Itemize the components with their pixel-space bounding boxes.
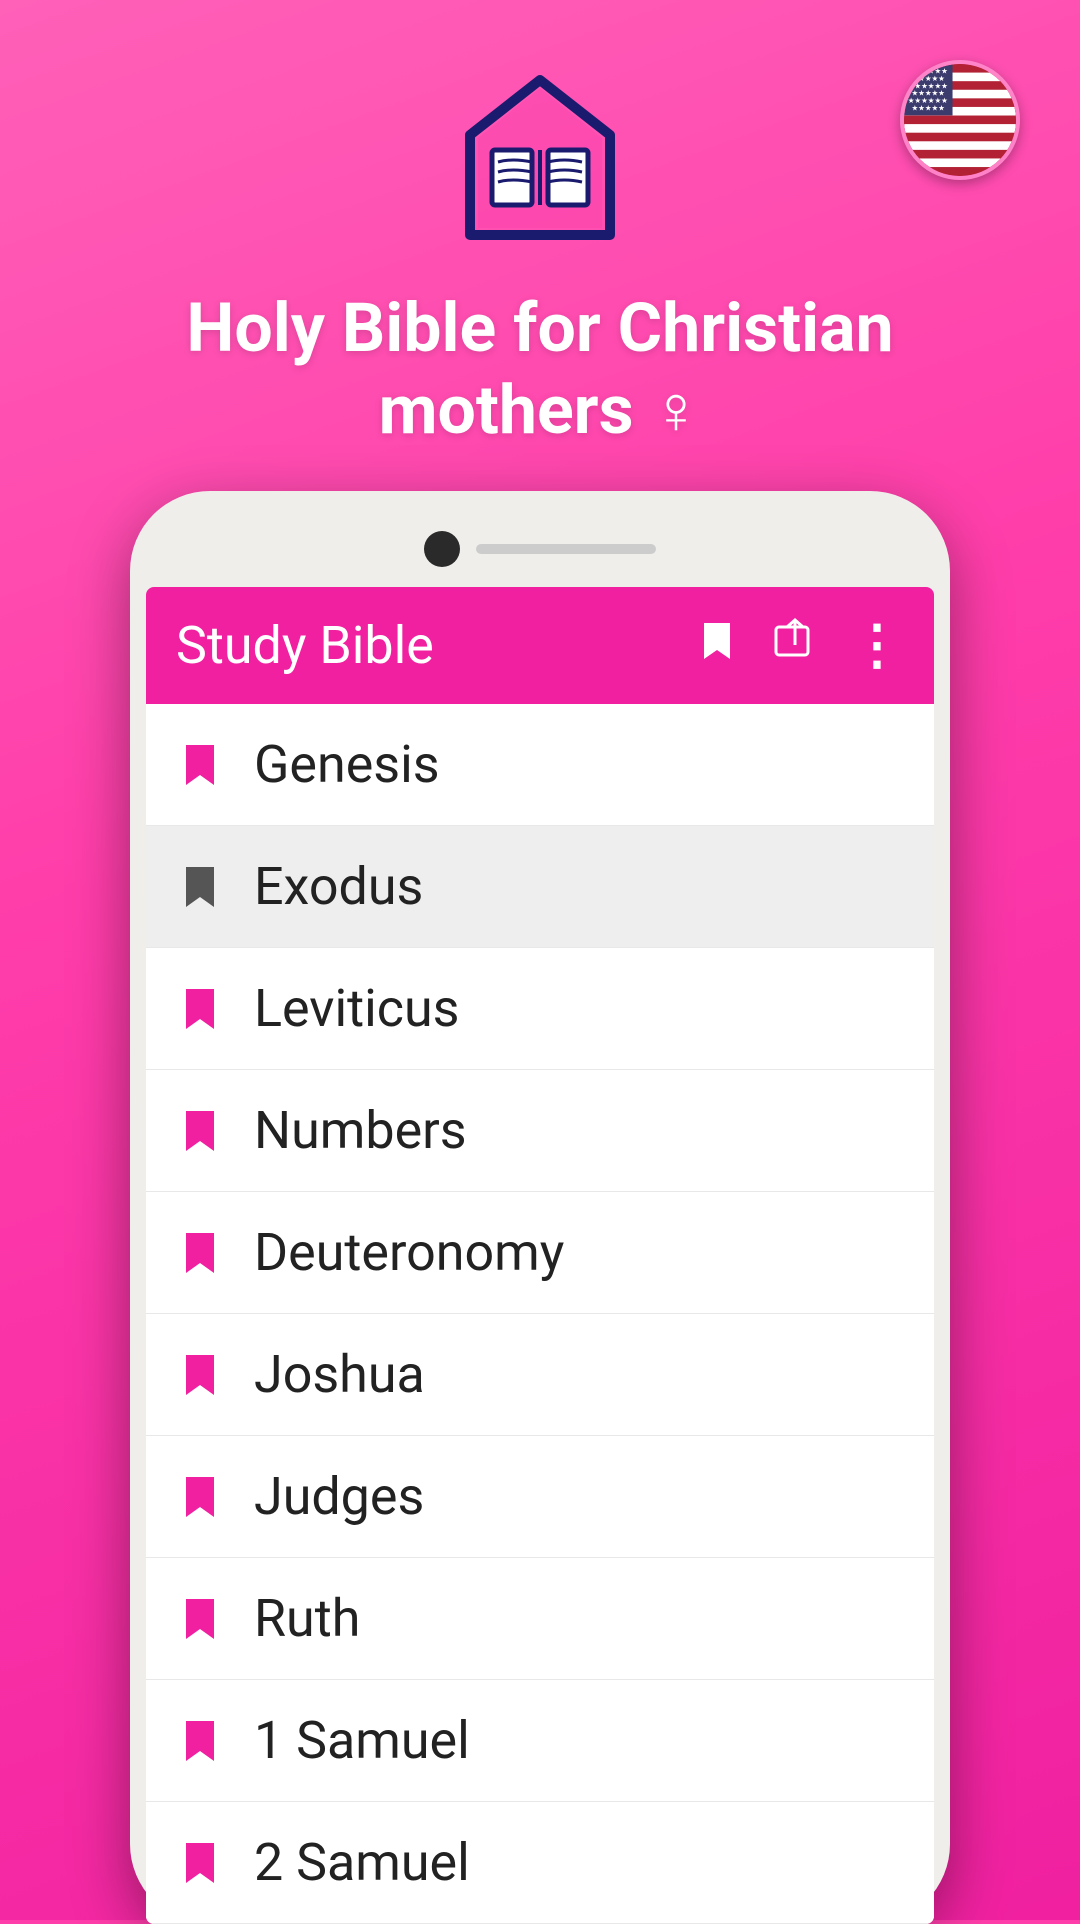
app-title-line2: mothers bbox=[379, 370, 634, 450]
book-name: Ruth bbox=[254, 1588, 360, 1649]
app-bar: Study Bible bbox=[146, 587, 934, 704]
flag-button[interactable]: ★★★★★★ ★★★★★ ★★★★★★ ★★★★★ ★★★★★★ ★★★★★ bbox=[900, 60, 1020, 180]
phone-top-bar bbox=[146, 521, 934, 587]
book-name: Joshua bbox=[254, 1344, 425, 1405]
bookmark-icon bbox=[182, 1109, 218, 1153]
app-title: Holy Bible for Christian mothers ♀ bbox=[126, 288, 953, 451]
bookmark-icon bbox=[182, 1597, 218, 1641]
bible-books-list: Genesis Exodus Leviticus Numbers Deutero… bbox=[146, 704, 934, 1924]
bookmark-icon bbox=[182, 743, 218, 787]
app-icon bbox=[440, 60, 640, 288]
phone-screen: Study Bible bbox=[146, 587, 934, 1924]
book-name: 1 Samuel bbox=[254, 1710, 470, 1771]
phone-camera bbox=[424, 531, 460, 567]
app-title-line1: Holy Bible for Christian bbox=[186, 288, 893, 368]
bookmark-icon bbox=[182, 1353, 218, 1397]
list-item[interactable]: Joshua bbox=[146, 1314, 934, 1436]
list-item[interactable]: Deuteronomy bbox=[146, 1192, 934, 1314]
phone-speaker bbox=[476, 544, 656, 554]
book-name: 2 Samuel bbox=[254, 1832, 470, 1893]
book-name: Judges bbox=[254, 1466, 424, 1527]
list-item[interactable]: Ruth bbox=[146, 1558, 934, 1680]
app-bar-actions: ⋮ bbox=[694, 617, 904, 675]
share-icon[interactable] bbox=[772, 617, 818, 675]
book-name: Leviticus bbox=[254, 978, 459, 1039]
list-item[interactable]: 1 Samuel bbox=[146, 1680, 934, 1802]
bookmark-icon bbox=[182, 1231, 218, 1275]
list-item[interactable]: Numbers bbox=[146, 1070, 934, 1192]
book-name: Exodus bbox=[254, 856, 423, 917]
book-name: Numbers bbox=[254, 1100, 467, 1161]
bookmark-icon bbox=[182, 1475, 218, 1519]
list-item[interactable]: 2 Samuel bbox=[146, 1802, 934, 1924]
svg-text:★★★★★: ★★★★★ bbox=[911, 104, 944, 113]
female-symbol: ♀ bbox=[650, 370, 701, 450]
phone-frame: Study Bible bbox=[130, 491, 950, 1924]
bookmark-icon bbox=[182, 1841, 218, 1885]
book-name: Genesis bbox=[254, 734, 440, 795]
list-item[interactable]: Exodus bbox=[146, 826, 934, 948]
top-section: ★★★★★★ ★★★★★ ★★★★★★ ★★★★★ ★★★★★★ ★★★★★ bbox=[0, 0, 1080, 1924]
book-name: Deuteronomy bbox=[254, 1222, 564, 1283]
bookmark-icon bbox=[182, 865, 218, 909]
list-item[interactable]: Leviticus bbox=[146, 948, 934, 1070]
bookmark-icon bbox=[182, 1719, 218, 1763]
more-options-icon[interactable]: ⋮ bbox=[850, 619, 904, 673]
list-item[interactable]: Judges bbox=[146, 1436, 934, 1558]
list-item[interactable]: Genesis bbox=[146, 704, 934, 826]
app-bar-title: Study Bible bbox=[176, 615, 434, 676]
bookmark-icon bbox=[182, 987, 218, 1031]
bookmark-toolbar-icon[interactable] bbox=[694, 617, 740, 675]
